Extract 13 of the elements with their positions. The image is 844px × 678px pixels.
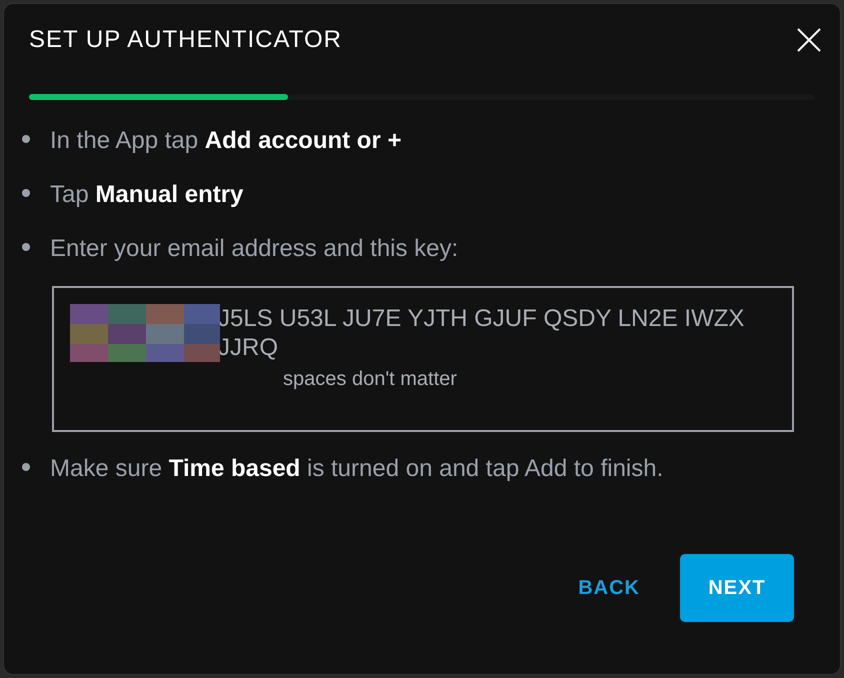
back-button[interactable]: BACK [568, 554, 650, 622]
secret-key: J5LS U53L JU7E YJTH GJUF QSDY LN2E IWZX JJRQ [218, 304, 768, 362]
bullet-icon [22, 189, 30, 197]
bullet-icon [22, 135, 30, 143]
instruction-text: Enter your email address and this key: [50, 234, 458, 264]
dialog-title: SET UP AUTHENTICATOR [29, 25, 342, 55]
instruction-text: Make sure Time based is turned on and tap Add to finish. [50, 454, 664, 484]
instruction-text: Tap Manual entry [50, 180, 244, 210]
bullet-icon [22, 243, 30, 251]
instruction-text: In the App tap Add account or + [50, 126, 402, 156]
close-icon [796, 27, 822, 53]
hint-text: spaces don't matter [282, 367, 458, 392]
bullet-icon [22, 463, 30, 471]
